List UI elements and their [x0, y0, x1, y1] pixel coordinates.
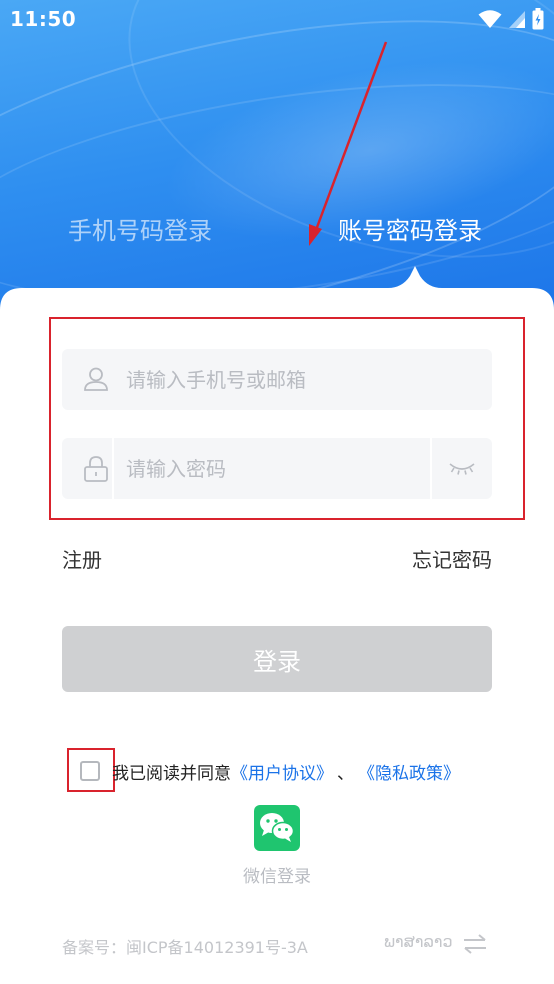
wechat-icon — [260, 813, 295, 842]
login-button[interactable]: 登录 — [62, 626, 492, 692]
user-agreement-link[interactable]: 《用户协议》 — [231, 759, 333, 784]
icp-record-text: 备案号：闽ICP备14012391号-3A — [62, 938, 308, 957]
language-switch-label[interactable]: ພາສາລາວ — [384, 932, 453, 951]
user-icon — [84, 367, 108, 391]
register-link[interactable]: 注册 — [62, 544, 102, 573]
wechat-login-label: 微信登录 — [243, 867, 311, 887]
lock-icon — [84, 456, 108, 482]
agreement-separator: 、 — [337, 763, 354, 784]
password-input[interactable] — [126, 438, 426, 499]
switch-language-icon[interactable] — [461, 933, 489, 955]
privacy-policy-link[interactable]: 《隐私政策》 — [358, 759, 460, 784]
agreement-checkbox[interactable] — [80, 761, 100, 781]
wechat-login-button[interactable] — [254, 805, 300, 851]
forgot-password-link[interactable]: 忘记密码 — [412, 544, 492, 573]
field-divider — [112, 438, 114, 499]
annotation-arrow — [309, 41, 388, 246]
card-top-edge — [0, 266, 554, 342]
username-input[interactable] — [126, 349, 426, 410]
field-divider — [430, 438, 432, 499]
eye-closed-icon[interactable] — [448, 460, 476, 476]
username-field[interactable] — [62, 349, 492, 410]
agreement-prefix: 我已阅读并同意 — [112, 763, 231, 784]
agreement-row: 我已阅读并同意 《用户协议》 、 《隐私政策》 — [80, 758, 460, 784]
password-field[interactable] — [62, 438, 492, 499]
